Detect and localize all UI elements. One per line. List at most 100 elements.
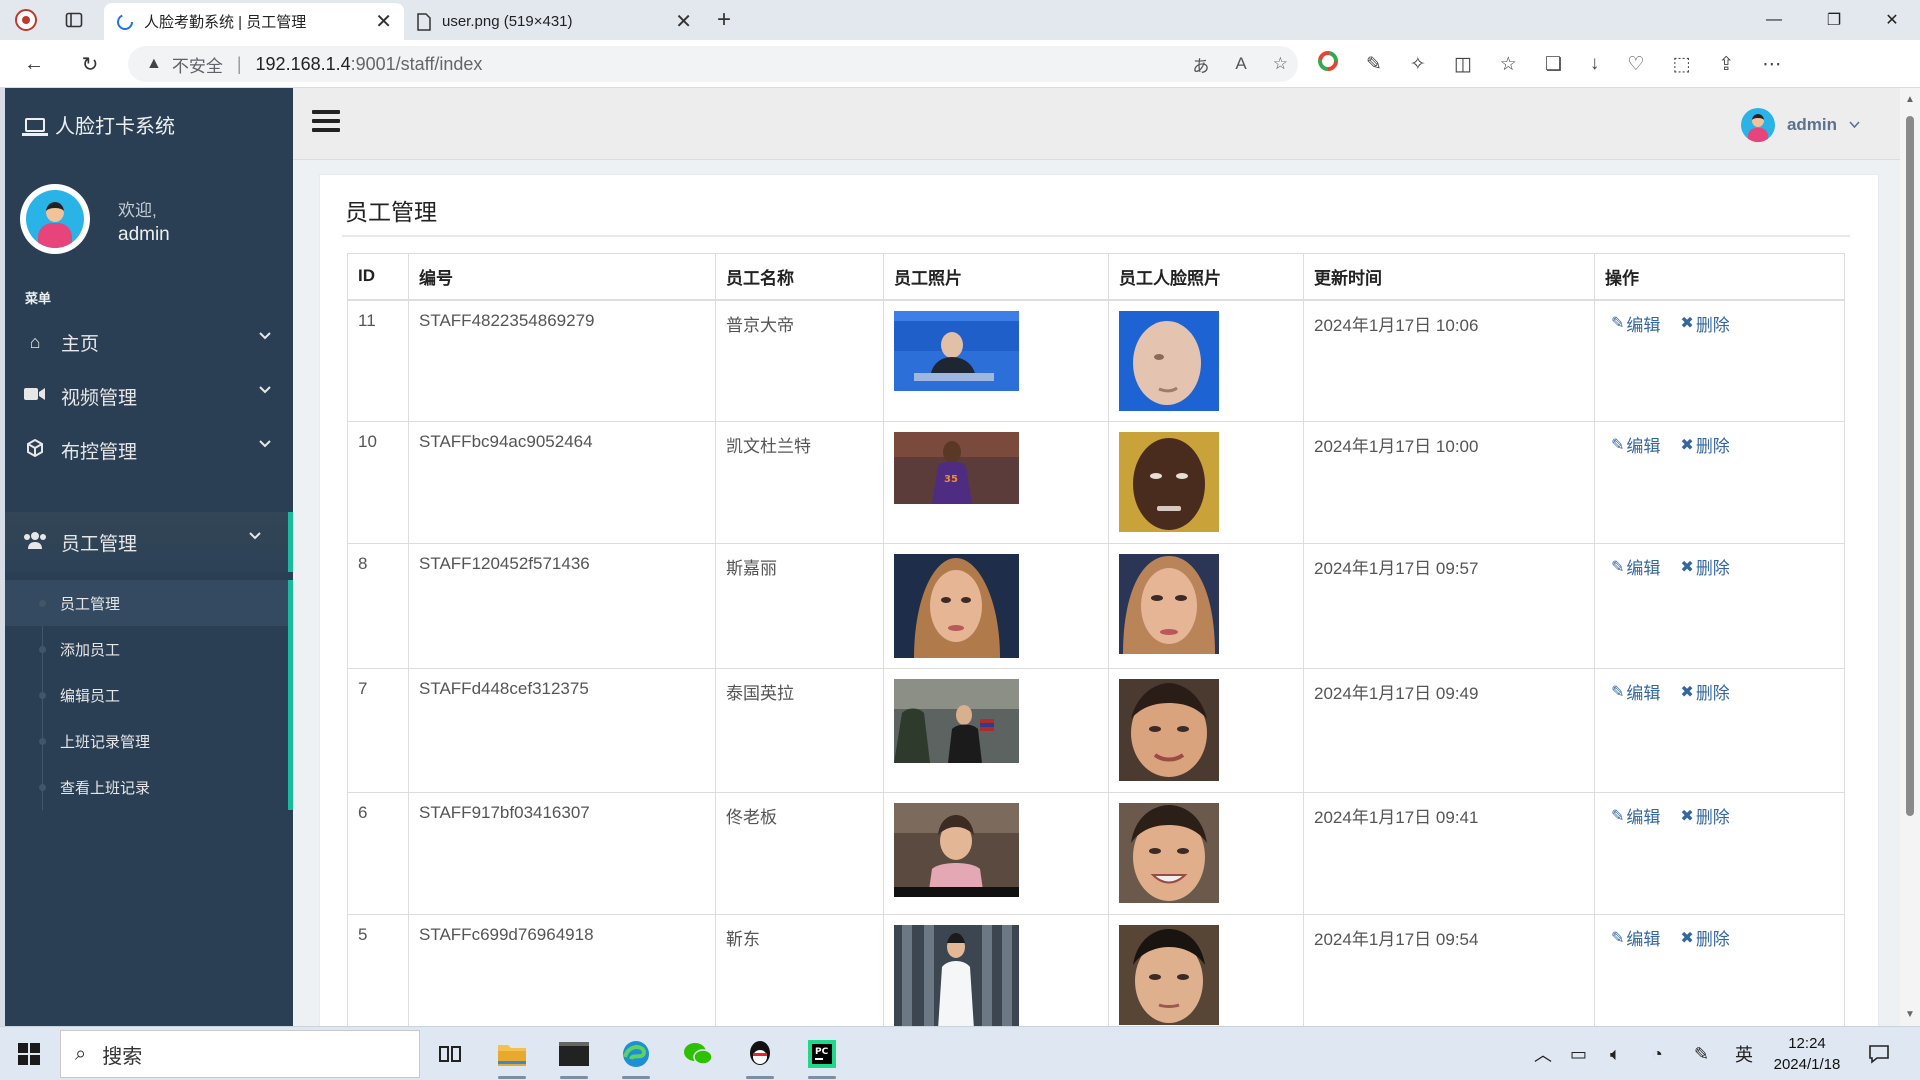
staff-face-photo[interactable]: [1119, 925, 1219, 1025]
cell-face-photo: [1108, 914, 1304, 1026]
submenu-label: 添加员工: [60, 641, 121, 659]
file-explorer-icon[interactable]: [490, 1033, 534, 1079]
users-icon: [23, 531, 47, 554]
scrollbar-thumb[interactable]: [1906, 116, 1914, 816]
qq-icon[interactable]: [738, 1033, 782, 1079]
taskbar-search-input[interactable]: ⌕ 搜索: [60, 1030, 420, 1078]
tab-close-icon[interactable]: ✕: [675, 9, 692, 34]
windows-start-icon[interactable]: [18, 1043, 40, 1065]
brand[interactable]: 人脸打卡系统: [22, 110, 175, 139]
extensions-icon[interactable]: ✧: [1410, 53, 1426, 76]
terminal-icon[interactable]: [552, 1033, 596, 1079]
submenu-attendance-management[interactable]: 上班记录管理: [5, 718, 288, 764]
delete-button[interactable]: ✖ 删除: [1680, 925, 1729, 950]
page-scrollbar[interactable]: ▲ ▼: [1900, 88, 1920, 1026]
cell-updated: 2024年1月17日 09:57: [1303, 543, 1595, 669]
pen-menu-icon[interactable]: ✎: [1694, 1027, 1709, 1080]
edit-button[interactable]: ✎ 编辑: [1611, 803, 1660, 828]
back-icon[interactable]: ←: [16, 48, 52, 80]
staff-table: ID 编号 员工名称 员工照片 员工人脸照片 更新时间 操作 11 STAFF4…: [347, 253, 1845, 1026]
collections-icon[interactable]: ❏: [1545, 53, 1562, 76]
user-dropdown[interactable]: admin: [1740, 108, 1860, 142]
staff-photo[interactable]: [894, 554, 1019, 658]
sidebar-item-surveillance[interactable]: 布控管理: [5, 420, 293, 480]
show-hidden-icons[interactable]: ︿: [1534, 1027, 1552, 1080]
staff-face-photo[interactable]: [1119, 803, 1219, 903]
input-method-indicator[interactable]: 英: [1735, 1027, 1753, 1080]
delete-button[interactable]: ✖ 删除: [1680, 803, 1729, 828]
battery-icon[interactable]: ▭: [1570, 1027, 1587, 1080]
more-menu-icon[interactable]: ⋯: [1762, 53, 1781, 76]
favorite-star-icon[interactable]: ☆: [1273, 54, 1288, 74]
staff-face-photo[interactable]: [1119, 432, 1219, 532]
cell-actions: ✎ 编辑 ✖ 删除: [1594, 299, 1845, 422]
volume-icon[interactable]: 🔈︎: [1610, 1027, 1621, 1080]
color-extension-icon[interactable]: [1318, 51, 1338, 77]
tab-user-png[interactable]: user.png (519×431) ✕: [404, 3, 704, 40]
sidebar-item-video[interactable]: 视频管理: [5, 366, 293, 426]
browser-tab-strip: 人脸考勤系统 | 员工管理 ✕ user.png (519×431) ✕ + —…: [0, 0, 1920, 40]
screenshot-icon[interactable]: ⬚: [1672, 53, 1690, 76]
wifi-icon[interactable]: ◔: [1652, 1027, 1663, 1080]
edit-button[interactable]: ✎ 编辑: [1611, 925, 1660, 950]
browser-profile-icon[interactable]: [10, 6, 42, 34]
edit-button[interactable]: ✎ 编辑: [1611, 679, 1660, 704]
notification-icon[interactable]: [1868, 1027, 1890, 1080]
delete-icon: ✖: [1680, 683, 1694, 701]
staff-photo[interactable]: [894, 803, 1019, 897]
staff-photo[interactable]: [894, 310, 1019, 391]
delete-button[interactable]: ✖ 删除: [1680, 554, 1729, 579]
edit-button[interactable]: ✎ 编辑: [1611, 311, 1660, 336]
pen-extension-icon[interactable]: ✎: [1366, 53, 1382, 76]
staff-face-photo[interactable]: [1119, 554, 1219, 654]
edge-browser-icon[interactable]: [614, 1033, 658, 1079]
maximize-icon[interactable]: ❐: [1806, 0, 1862, 40]
menu-toggle-icon[interactable]: [312, 110, 340, 134]
submenu-edit-staff[interactable]: 编辑员工: [5, 672, 288, 718]
wechat-icon[interactable]: [676, 1033, 720, 1075]
scroll-up-icon[interactable]: ▲: [1905, 94, 1915, 105]
favorites-icon[interactable]: ☆: [1500, 53, 1517, 76]
chevron-down-icon: [259, 386, 271, 394]
translate-icon[interactable]: あ: [1192, 52, 1209, 77]
read-aloud-icon[interactable]: A: [1235, 54, 1246, 74]
edit-button[interactable]: ✎ 编辑: [1611, 432, 1660, 457]
tab-close-icon[interactable]: ✕: [375, 9, 392, 34]
delete-button[interactable]: ✖ 删除: [1680, 432, 1729, 457]
delete-button[interactable]: ✖ 删除: [1680, 311, 1729, 336]
refresh-icon[interactable]: ↻: [72, 48, 108, 80]
table-row: 7 STAFFd448cef312375 泰国英拉 2024年1月17日 09:…: [347, 668, 1845, 793]
staff-face-photo[interactable]: [1119, 679, 1219, 781]
sidebar-username: admin: [118, 224, 170, 245]
downloads-icon[interactable]: ↓: [1590, 53, 1600, 75]
split-screen-icon[interactable]: ◫: [1454, 53, 1472, 76]
new-tab-icon[interactable]: +: [708, 6, 740, 34]
scroll-down-icon[interactable]: ▼: [1905, 1009, 1915, 1020]
sidebar-item-home[interactable]: ⌂ 主页: [5, 312, 293, 372]
minimize-icon[interactable]: —: [1746, 0, 1802, 40]
performance-icon[interactable]: ♡: [1627, 53, 1644, 76]
submenu-add-staff[interactable]: 添加员工: [5, 626, 288, 672]
staff-photo[interactable]: 35: [894, 432, 1019, 504]
avatar: [20, 184, 90, 254]
cell-id: 8: [347, 543, 409, 669]
tab-actions-icon[interactable]: [58, 6, 90, 34]
cell-code: STAFF4822354869279: [408, 299, 716, 422]
sidebar-item-staff[interactable]: 员工管理: [5, 512, 293, 572]
staff-photo[interactable]: [894, 679, 1019, 763]
submenu-staff-management[interactable]: 员工管理: [5, 580, 288, 626]
staff-photo[interactable]: [894, 925, 1019, 1026]
taskbar-clock[interactable]: 12:24 2024/1/18: [1762, 1033, 1852, 1075]
delete-button[interactable]: ✖ 删除: [1680, 679, 1729, 704]
submenu-view-attendance[interactable]: 查看上班记录: [5, 764, 288, 810]
address-input[interactable]: ▲ 不安全 | 192.168.1.4:9001/staff/index あ A…: [128, 46, 1298, 82]
search-icon: ⌕: [75, 1042, 87, 1065]
share-icon[interactable]: ⇪: [1718, 53, 1734, 76]
close-window-icon[interactable]: ✕: [1864, 0, 1920, 40]
chevron-down-icon: [259, 440, 271, 448]
edit-button[interactable]: ✎ 编辑: [1611, 554, 1660, 579]
tab-staff-management[interactable]: 人脸考勤系统 | 员工管理 ✕: [104, 3, 404, 40]
task-view-icon[interactable]: [428, 1033, 472, 1075]
pycharm-icon[interactable]: PC: [800, 1033, 844, 1079]
staff-face-photo[interactable]: [1119, 310, 1219, 411]
